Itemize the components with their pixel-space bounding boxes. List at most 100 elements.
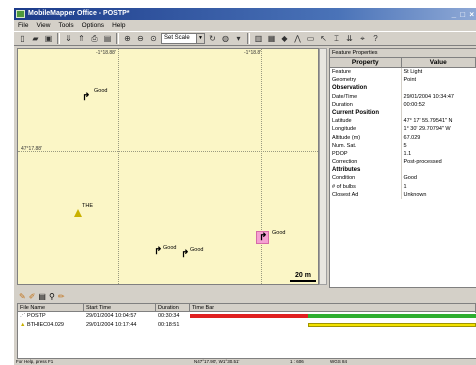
title-bar: MobileMapper Office - POSTP* _ □ × <box>14 8 476 20</box>
file-row[interactable]: ⋰ POSTP 29/01/2004 10:04:57 00:30:34 <box>18 312 476 321</box>
file-start-time: 29/01/2004 10:04:57 <box>86 313 137 319</box>
property-value: 1° 30' 29.70794" W <box>403 126 451 133</box>
time-bar-segment <box>190 314 308 318</box>
property-row[interactable]: Duration 00:00:52 <box>330 100 476 109</box>
print-preview-icon[interactable]: ▤ <box>102 33 113 44</box>
property-section[interactable]: Current Position <box>330 108 476 118</box>
menu-options[interactable]: Options <box>78 20 108 31</box>
property-value: 29/01/2004 10:34:47 <box>403 93 454 100</box>
feature-properties-panel: Feature Properties Property Value Featur… <box>329 48 476 288</box>
property-row[interactable]: Date/Time 29/01/2004 10:34:47 <box>330 92 476 101</box>
chevron-down-icon[interactable]: ▼ <box>196 34 204 43</box>
property-row[interactable]: Num. Sat. 5 <box>330 141 476 150</box>
menu-file[interactable]: File <box>14 20 32 31</box>
street-light-point-icon[interactable]: ↱ <box>181 250 189 260</box>
property-key: Num. Sat. <box>330 141 402 150</box>
property-section[interactable]: Observation <box>330 84 476 93</box>
property-key: Longitude <box>330 125 402 134</box>
new-file-icon[interactable]: ▯ <box>17 33 28 44</box>
property-row[interactable]: Latitude 47° 17' 55.79541" N <box>330 117 476 126</box>
scale-select[interactable]: Set Scale ▼ <box>161 33 205 44</box>
map-vertical-scrollbar[interactable] <box>319 48 327 285</box>
window-title: MobileMapper Office - POSTP* <box>28 10 130 17</box>
col-header-value[interactable]: Value <box>401 58 476 67</box>
zoom-in-icon[interactable]: ⊕ <box>122 33 133 44</box>
download-icon[interactable]: ⇊ <box>344 33 355 44</box>
file-row[interactable]: ▲ BTHIEC04.029 29/01/2004 10:17:44 00:18… <box>18 321 476 330</box>
col-header-duration[interactable]: Duration <box>156 304 190 311</box>
street-light-point-icon[interactable]: ↱ <box>82 93 90 103</box>
map-coord-left: 47°17.88' <box>21 146 43 152</box>
save-icon[interactable]: ▣ <box>43 33 54 44</box>
street-light-point-icon[interactable]: ↱ <box>154 247 162 257</box>
table-icon[interactable]: ▦ <box>266 33 277 44</box>
pencil-icon[interactable]: ✏ <box>58 292 65 301</box>
help-icon[interactable]: ? <box>370 33 381 44</box>
property-value: 5 <box>403 142 407 149</box>
measure-tool-icon[interactable]: ⌶ <box>331 33 342 44</box>
property-value: 67.029 <box>403 134 421 141</box>
property-value: 1 <box>403 183 407 190</box>
status-position: N47°17.90', W1°30.51' <box>194 359 240 364</box>
point-feature-icon[interactable]: ◆ <box>279 33 290 44</box>
menu-tools[interactable]: Tools <box>54 20 77 31</box>
property-value <box>402 166 476 174</box>
export-icon[interactable]: ⇑ <box>76 33 87 44</box>
layers-icon[interactable]: ◍ <box>220 33 231 44</box>
zoom-extent-icon[interactable]: ⊙ <box>148 33 159 44</box>
file-properties-icon[interactable]: ▤ <box>38 292 46 301</box>
property-row[interactable]: Altitude (m) 67.029 <box>330 133 476 142</box>
property-row[interactable]: Geometry Point <box>330 76 476 85</box>
col-header-start-time[interactable]: Start Time <box>84 304 156 311</box>
chart-icon[interactable]: ▥ <box>253 33 264 44</box>
properties-title: Feature Properties <box>330 49 476 58</box>
pointer-icon[interactable]: ⌖ <box>357 33 368 44</box>
property-row[interactable]: Feature St Light <box>330 68 476 77</box>
property-key: Feature <box>330 68 402 77</box>
select-tool-icon[interactable]: ↖ <box>318 33 329 44</box>
area-feature-icon[interactable]: ▭ <box>305 33 316 44</box>
search-icon[interactable]: ⚲ <box>49 292 55 301</box>
property-row[interactable]: # of bulbs 1 <box>330 182 476 191</box>
property-row[interactable]: Correction Post-processed <box>330 158 476 167</box>
point-label: Good <box>163 245 177 251</box>
menu-help[interactable]: Help <box>108 20 129 31</box>
property-value: Point <box>403 77 417 84</box>
print-icon[interactable]: ⎙ <box>89 33 100 44</box>
edit-file-icon[interactable]: ✐ <box>29 292 36 301</box>
status-scale: 1 : 606 <box>290 359 304 364</box>
point-label: THE <box>82 203 93 209</box>
menu-view[interactable]: View <box>32 20 54 31</box>
property-value <box>402 84 476 92</box>
menu-bar: File View Tools Options Help <box>14 20 476 31</box>
file-list: File Name Start Time Duration Time Bar ⋰… <box>17 303 476 359</box>
property-row[interactable]: PDOP 1.1 <box>330 149 476 159</box>
col-header-property[interactable]: Property <box>330 58 402 67</box>
col-header-file-name[interactable]: File Name <box>18 304 84 311</box>
street-light-point-icon[interactable]: ↱ <box>259 233 267 243</box>
main-toolbar: ▯ ▰ ▣ ⇓ ⇑ ⎙ ▤ ⊕ ⊖ ⊙ Set Scale ▼ ↻ ◍ ▾ ▥ … <box>14 31 476 46</box>
layer-options-icon[interactable]: ▾ <box>233 33 244 44</box>
point-label: Good <box>94 88 108 94</box>
import-icon[interactable]: ⇓ <box>63 33 74 44</box>
refresh-icon[interactable]: ↻ <box>207 33 218 44</box>
property-section[interactable]: Attributes <box>330 166 476 175</box>
property-row[interactable]: Closest Ad Unknown <box>330 190 476 199</box>
open-folder-icon[interactable]: ▰ <box>30 33 41 44</box>
add-file-icon[interactable]: ✎ <box>19 292 26 301</box>
property-key: Correction <box>330 158 402 167</box>
grid-line <box>18 151 318 152</box>
map-view[interactable]: -1°18.88' -1°18.8' 47°17.88' ↱ Good THE … <box>17 48 319 285</box>
line-feature-icon[interactable]: ⋀ <box>292 33 303 44</box>
file-time-bar <box>190 312 476 321</box>
file-toolbar: ✎ ✐ ▤ ⚲ ✏ <box>17 290 476 302</box>
app-icon <box>16 10 25 18</box>
scale-select-value: Set Scale <box>164 35 190 41</box>
file-list-header: File Name Start Time Duration Time Bar <box>18 304 476 313</box>
property-value: Post-processed <box>403 159 442 166</box>
zoom-out-icon[interactable]: ⊖ <box>135 33 146 44</box>
property-key: Latitude <box>330 117 402 126</box>
property-row[interactable]: Condition Good <box>330 174 476 183</box>
property-row[interactable]: Longitude 1° 30' 29.70794" W <box>330 125 476 134</box>
warning-point-icon[interactable] <box>74 209 82 217</box>
